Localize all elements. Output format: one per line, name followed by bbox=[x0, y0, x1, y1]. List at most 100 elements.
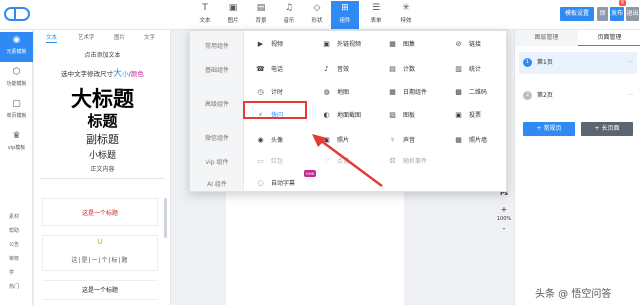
component-statistics[interactable]: ▥ 统计 bbox=[454, 63, 481, 75]
page-item-2[interactable]: 2 第2页 ··· bbox=[519, 85, 637, 107]
template-card-1[interactable]: 这是一个标题 bbox=[42, 198, 158, 226]
card-3-text: 这是一个标题 bbox=[81, 287, 118, 294]
component-map[interactable]: ◍ 地图 bbox=[322, 86, 349, 98]
category-vip[interactable]: vip 组件 bbox=[190, 157, 244, 166]
sound-effect-icon: ♪ bbox=[324, 65, 329, 73]
template-card-2[interactable]: ∪ 这|是|一|个|标|题 bbox=[42, 235, 158, 271]
timer-icon: ◷ bbox=[257, 88, 264, 96]
component-screenshot[interactable]: ◐ 地面截图 bbox=[322, 109, 361, 121]
more-icon[interactable]: ··· bbox=[627, 52, 633, 74]
category-basic[interactable]: 基础组件 bbox=[190, 65, 244, 74]
page-icon: ▢ bbox=[12, 99, 21, 109]
rail-item-function-templates[interactable]: ⬡ 功能模板 bbox=[0, 64, 33, 94]
component-qrcode[interactable]: ▩ 二维码 bbox=[454, 86, 487, 98]
component-auto-subtitle[interactable]: ◌ 自动字幕 bbox=[256, 177, 295, 189]
exit-button[interactable]: 退出 bbox=[626, 7, 639, 21]
component-phone[interactable]: ☎ 电话 bbox=[256, 63, 283, 75]
panel-tab-image[interactable]: 图片 bbox=[114, 33, 125, 41]
component-voice[interactable]: ♮ 声音 bbox=[388, 134, 415, 146]
screenshot-icon: ◐ bbox=[323, 111, 330, 119]
rail-link-material[interactable]: 素材 bbox=[9, 213, 19, 220]
ornament-icon: ∪ bbox=[96, 237, 104, 247]
map-icon: ◍ bbox=[323, 88, 330, 96]
palette-icon: ◉ bbox=[12, 35, 21, 45]
add-long-page-button[interactable]: + 长页面 bbox=[581, 122, 633, 136]
rail-item-single-page-templates[interactable]: ▢ 单页模板 bbox=[0, 96, 33, 126]
panel-tab-words[interactable]: 文字 bbox=[144, 33, 155, 41]
rail-link-help[interactable]: 帮助 bbox=[9, 227, 19, 234]
page-settings-button[interactable]: 模板设置 bbox=[560, 7, 594, 21]
component-avatar[interactable]: ◉ 头像 bbox=[256, 134, 283, 146]
small-title-sample[interactable]: 小标题 bbox=[34, 148, 171, 161]
component-gallery[interactable]: ▦ 图集 bbox=[388, 38, 415, 50]
panel-tab-text[interactable]: 文本 bbox=[46, 33, 58, 43]
panel-scrollbar[interactable] bbox=[164, 198, 167, 238]
component-photo[interactable]: ▣ 照片 bbox=[322, 134, 349, 146]
component-counter[interactable]: ▤ 计数 bbox=[388, 63, 415, 75]
big-title-sample[interactable]: 大标题 bbox=[34, 83, 171, 113]
size-hint: 选中文字修改尺寸大小/颜色 bbox=[61, 69, 144, 79]
component-vote[interactable]: ▣ 投票 bbox=[454, 109, 481, 121]
highlight-box bbox=[243, 101, 307, 119]
card-2-text: 这|是|一|个|标|题 bbox=[71, 257, 129, 264]
component-sound-effect[interactable]: ♪ 音效 bbox=[322, 63, 349, 75]
like-icon: ♡ bbox=[323, 157, 330, 165]
template-card-3[interactable]: 这是一个标题 bbox=[42, 280, 158, 300]
photo-wall-icon: ▦ bbox=[455, 136, 462, 144]
component-video[interactable]: ▶ 视频 bbox=[256, 38, 283, 50]
component-external-video[interactable]: ▣ 外链视频 bbox=[322, 38, 361, 50]
zoom-out-button[interactable]: - bbox=[496, 224, 512, 233]
panel-tab-art-text[interactable]: 艺术字 bbox=[78, 33, 95, 41]
publish-button[interactable]: 发布 bbox=[610, 7, 624, 21]
subtitle-sample[interactable]: 副标题 bbox=[34, 131, 171, 147]
tool-music[interactable]: ♫ 音乐 bbox=[275, 1, 303, 29]
zoom-in-button[interactable]: + bbox=[496, 205, 512, 214]
rail-link-notice[interactable]: 公告 bbox=[9, 241, 19, 248]
rail-link-review[interactable]: 审核 bbox=[9, 255, 19, 262]
tool-components[interactable]: ⊞ 组件 bbox=[331, 1, 359, 29]
tool-text[interactable]: T 文本 bbox=[191, 1, 219, 29]
component-link[interactable]: ⊘ 链接 bbox=[454, 38, 481, 50]
gallery-icon: ▦ bbox=[389, 40, 396, 48]
more-icon[interactable]: ··· bbox=[627, 85, 633, 107]
tool-shape[interactable]: ◇ 形状 bbox=[303, 1, 331, 29]
logo[interactable] bbox=[4, 7, 30, 21]
rail-link-learn[interactable]: 学 bbox=[9, 269, 14, 276]
statistics-icon: ▥ bbox=[455, 65, 462, 73]
component-like[interactable]: ♡ 点赞 bbox=[322, 155, 349, 167]
tool-form[interactable]: ☰ 表单 bbox=[362, 1, 390, 29]
category-advanced[interactable]: 高级组件 bbox=[190, 99, 244, 108]
dice-icon: ⚄ bbox=[389, 157, 396, 165]
add-normal-page-button[interactable]: + 常规页 bbox=[523, 122, 575, 136]
title-sample[interactable]: 标题 bbox=[34, 110, 171, 131]
component-photo-wall[interactable]: ▦ 照片墙 bbox=[454, 134, 487, 146]
tool-effects[interactable]: ✳ 特效 bbox=[392, 1, 420, 29]
top-toolbar: T 文本 ▣ 图片 ▤ 背景 ♫ 音乐 ◇ 形状 ⊞ 组件 ☰ 表单 ✳ 特效 … bbox=[0, 0, 640, 31]
cube-icon: ⬡ bbox=[12, 67, 21, 77]
background-icon: ▤ bbox=[256, 3, 266, 13]
component-random-event[interactable]: ⚄ 随机事件 bbox=[388, 155, 427, 167]
rail-item-vip-templates[interactable]: ♛ vip模板 bbox=[0, 128, 33, 158]
page-item-1[interactable]: 1 第1页 ··· bbox=[519, 52, 637, 74]
category-wechat[interactable]: 微信组件 bbox=[190, 133, 244, 142]
rail-link-popular[interactable]: 热门 bbox=[9, 283, 19, 290]
component-board[interactable]: ▨ 图板 bbox=[388, 109, 415, 121]
tool-background[interactable]: ▤ 背景 bbox=[247, 1, 275, 29]
save-button[interactable]: 保存 bbox=[597, 7, 608, 31]
tab-layer-management[interactable]: 图层管理 bbox=[515, 30, 578, 46]
component-timer[interactable]: ◷ 计时 bbox=[256, 86, 283, 98]
vote-icon: ▣ bbox=[455, 111, 462, 119]
body-text-sample[interactable]: 正文内容 bbox=[34, 164, 171, 173]
external-video-icon: ▣ bbox=[323, 40, 330, 48]
component-date[interactable]: ▦ 日期组件 bbox=[388, 86, 427, 98]
category-common[interactable]: 常用组件 bbox=[190, 41, 244, 50]
right-panel: 图层管理 页面管理 1 第1页 ··· 2 第2页 ··· + 常规页 + 长页… bbox=[514, 30, 640, 305]
category-ai[interactable]: AI 组件 bbox=[190, 179, 244, 188]
tool-image[interactable]: ▣ 图片 bbox=[219, 1, 247, 29]
link-icon: ⊘ bbox=[455, 40, 462, 48]
component-red-packet[interactable]: ▭ 红包 bbox=[256, 155, 283, 167]
tab-page-management[interactable]: 页面管理 bbox=[578, 30, 640, 46]
add-text-link[interactable]: 点击添加文本 bbox=[34, 50, 171, 59]
rail-item-element-templates[interactable]: ◉ 元素模板 bbox=[0, 32, 33, 62]
effects-icon: ✳ bbox=[402, 3, 410, 13]
